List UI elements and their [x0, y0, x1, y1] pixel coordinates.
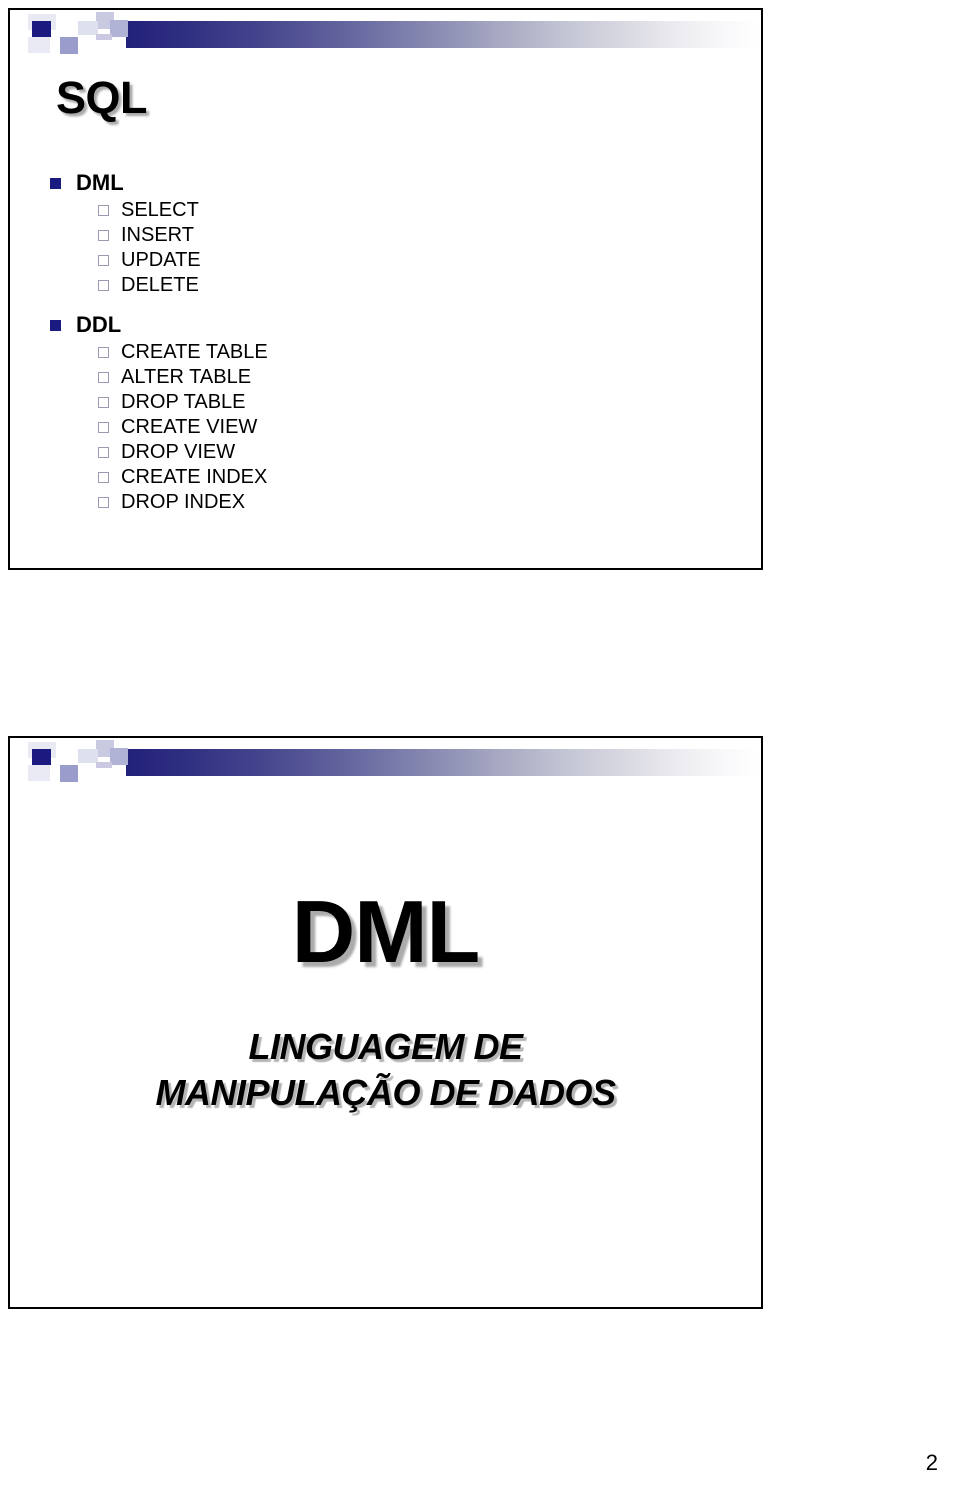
- header-decoration-slide2: [10, 738, 761, 784]
- list-item: ALTER TABLE: [98, 365, 650, 390]
- header-gradient-bar: [126, 749, 761, 776]
- hollow-square-bullet-icon: [98, 255, 109, 266]
- subtitle-line-1: LINGUAGEM DE: [248, 1026, 523, 1067]
- list-item-label: DELETE: [121, 274, 199, 296]
- group-ddl: DDL CREATE TABLE ALTER TABLE DROP TABLE …: [50, 312, 650, 515]
- subtitle-line-2: MANIPULAÇÃO DE DADOS: [155, 1072, 616, 1113]
- hollow-square-bullet-icon: [98, 347, 109, 358]
- list-item: DROP VIEW: [98, 440, 650, 465]
- hollow-square-bullet-icon: [98, 422, 109, 433]
- group-label: DDL: [76, 312, 122, 337]
- deco-square-navy: [32, 749, 51, 765]
- list-item-label: CREATE INDEX: [121, 466, 268, 488]
- hollow-square-bullet-icon: [98, 205, 109, 216]
- slide-dml: DML LINGUAGEM DE MANIPULAÇÃO DE DADOS: [8, 736, 763, 1309]
- hollow-square-bullet-icon: [98, 447, 109, 458]
- list-item: CREATE VIEW: [98, 415, 650, 440]
- hollow-square-bullet-icon: [98, 472, 109, 483]
- group-heading-ddl: DDL: [50, 312, 650, 338]
- group-label: DML: [76, 170, 124, 195]
- list-item: DELETE: [98, 273, 650, 298]
- deco-square-e: [28, 765, 50, 781]
- list-item-label: DROP INDEX: [121, 491, 246, 513]
- filled-square-bullet-icon: [50, 177, 61, 189]
- deco-square-navy: [32, 21, 51, 37]
- list-item: SELECT: [98, 198, 650, 223]
- deco-square-g: [96, 762, 112, 768]
- list-item-label: INSERT: [121, 224, 194, 246]
- list-item-label: CREATE TABLE: [121, 341, 268, 363]
- list-item: DROP INDEX: [98, 490, 650, 515]
- deco-square-f: [60, 37, 78, 54]
- group-dml: DML SELECT INSERT UPDATE DELETE: [50, 170, 650, 298]
- slide-main-title: DML: [291, 882, 481, 981]
- list-item-label: CREATE VIEW: [121, 416, 258, 438]
- slide-subtitle: LINGUAGEM DE MANIPULAÇÃO DE DADOS: [10, 1024, 761, 1116]
- page-number: 2: [925, 1450, 938, 1475]
- header-decoration-slide1: [10, 10, 761, 56]
- list-item-label: DROP TABLE: [121, 391, 246, 413]
- deco-square-g: [96, 34, 112, 40]
- hollow-square-bullet-icon: [98, 397, 109, 408]
- list-item-label: ALTER TABLE: [121, 366, 252, 388]
- group-heading-dml: DML: [50, 170, 650, 196]
- slide-sql: SQL DML SELECT INSERT UPDATE DELETE DDL …: [8, 8, 763, 570]
- list-item: DROP TABLE: [98, 390, 650, 415]
- hollow-square-bullet-icon: [98, 497, 109, 508]
- dml-title-block: DML LINGUAGEM DE MANIPULAÇÃO DE DADOS: [10, 888, 761, 1116]
- hollow-square-bullet-icon: [98, 372, 109, 383]
- deco-square-c: [78, 21, 98, 35]
- list-item: UPDATE: [98, 248, 650, 273]
- list-item-label: SELECT: [121, 199, 199, 221]
- deco-square-c: [78, 749, 98, 763]
- filled-square-bullet-icon: [50, 319, 61, 331]
- list-item: CREATE INDEX: [98, 465, 650, 490]
- list-item: CREATE TABLE: [98, 340, 650, 365]
- list-item-label: UPDATE: [121, 249, 201, 271]
- deco-square-f: [60, 765, 78, 782]
- deco-square-d: [110, 748, 128, 765]
- sql-command-list: DML SELECT INSERT UPDATE DELETE DDL CREA…: [50, 170, 650, 529]
- list-item-label: DROP VIEW: [121, 441, 236, 463]
- deco-square-e: [28, 37, 50, 53]
- deco-square-d: [110, 20, 128, 37]
- header-gradient-bar: [126, 21, 761, 48]
- hollow-square-bullet-icon: [98, 230, 109, 241]
- list-item: INSERT: [98, 223, 650, 248]
- hollow-square-bullet-icon: [98, 280, 109, 291]
- page-title: SQL: [56, 72, 148, 123]
